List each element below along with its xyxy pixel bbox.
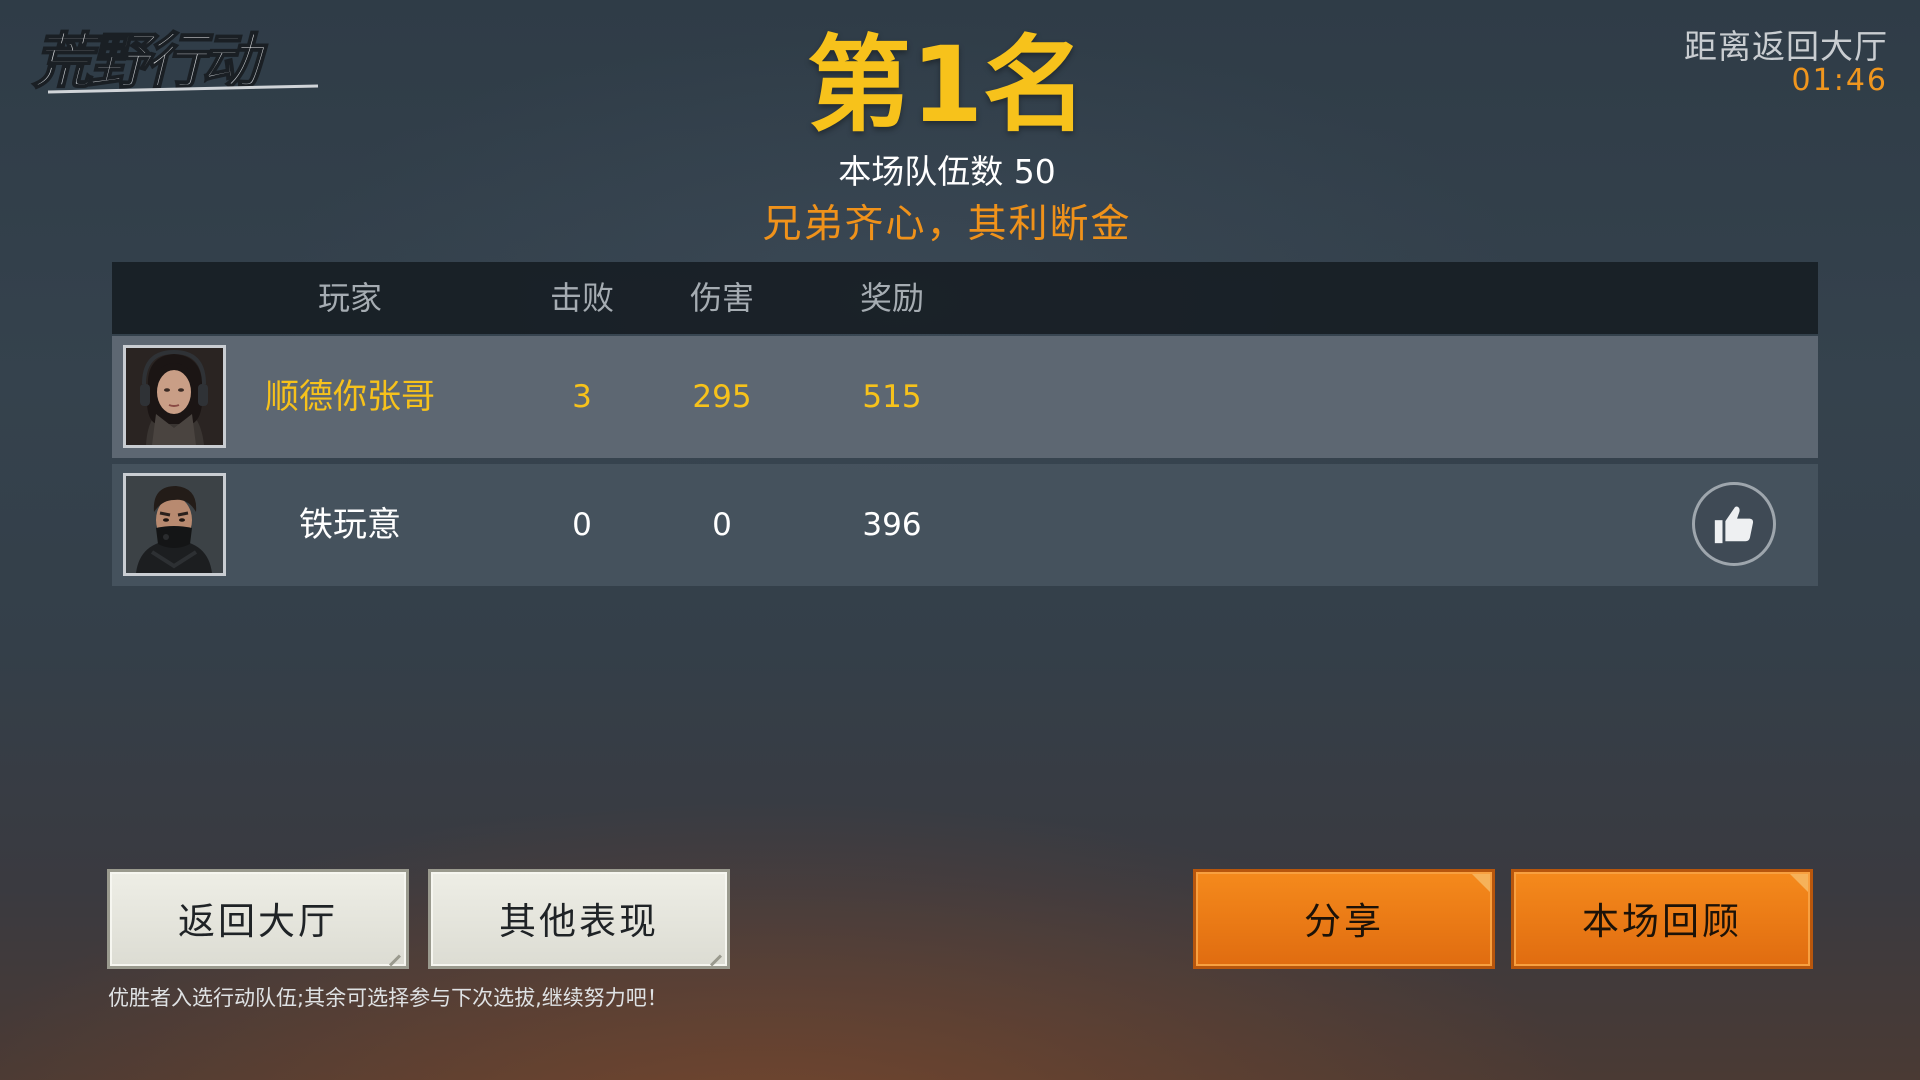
header-player: 玩家 (317, 279, 382, 317)
header-kills: 击败 (549, 279, 614, 317)
other-performance-button[interactable]: 其他表现 (428, 869, 730, 969)
share-button[interactable]: 分享 (1193, 869, 1495, 969)
score-table: 玩家 击败 伤害 奖励 顺德你张哥 3 295 515 铁玩意 0 0 396 (112, 262, 1818, 586)
rank-title: 第1名 (806, 24, 1088, 146)
masked-male-avatar[interactable] (123, 473, 226, 576)
reward-value: 396 (862, 507, 922, 543)
header-damage: 伤害 (689, 279, 754, 317)
reward-value: 515 (862, 379, 922, 415)
damage-value: 0 (712, 507, 732, 543)
table-row: 铁玩意 0 0 396 (112, 464, 1818, 586)
player-name: 顺德你张哥 (265, 377, 435, 417)
kills-value: 0 (572, 507, 592, 543)
return-lobby-button[interactable]: 返回大厅 (107, 869, 409, 969)
thumbs-up-icon (1714, 506, 1754, 544)
damage-value: 295 (692, 379, 752, 415)
female-soldier-avatar[interactable] (123, 345, 226, 448)
match-review-button[interactable]: 本场回顾 (1511, 869, 1813, 969)
kills-value: 3 (572, 379, 592, 415)
table-row: 顺德你张哥 3 295 515 (112, 336, 1818, 458)
match-result-screen: 荒野行动 距离返回大厅 01:46 第1名 本场队伍数 50 兄弟齐心，其利断金… (0, 0, 1920, 1080)
team-count: 本场队伍数 50 (838, 152, 1056, 191)
header-reward: 奖励 (859, 279, 924, 317)
slogan: 兄弟齐心，其利断金 (762, 202, 1132, 247)
footer-note: 优胜者入选行动队伍;其余可选择参与下次选拔,继续努力吧！ (108, 986, 668, 1010)
table-header: 玩家 击败 伤害 奖励 (112, 262, 1818, 334)
player-name: 铁玩意 (299, 505, 401, 545)
like-button[interactable] (1692, 482, 1776, 566)
